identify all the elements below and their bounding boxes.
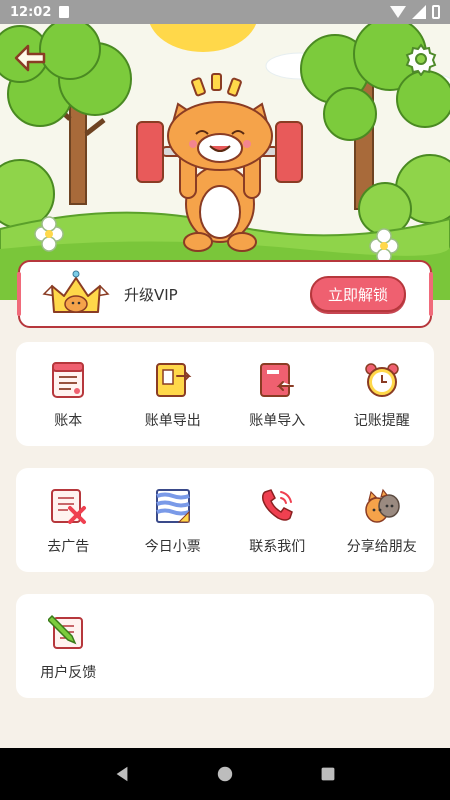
tile-label: 去广告 [47, 539, 90, 555]
vip-upgrade-banner[interactable]: 升级VIP 立即解锁 [17, 260, 433, 328]
share-cats-icon [365, 488, 400, 523]
phone-icon [262, 489, 294, 521]
nav-home-icon [217, 766, 233, 782]
back-button[interactable] [12, 42, 48, 74]
feature-card-feedback: 用户反馈 [16, 594, 434, 698]
tile-contact-us[interactable]: 联系我们 [225, 468, 330, 572]
status-time: 12:02 [10, 4, 52, 20]
tile-reminder[interactable]: 记账提醒 [330, 342, 435, 446]
nav-recents-button[interactable] [314, 760, 342, 788]
status-bar: 12:02 [0, 0, 450, 24]
tile-label: 账单导入 [249, 413, 306, 429]
tile-user-feedback[interactable]: 用户反馈 [16, 594, 121, 698]
gear-icon [405, 43, 437, 77]
status-icons [390, 5, 440, 19]
feature-card-tools: 去广告 今日小票 联系我们 分享给朋友 [16, 468, 434, 572]
tile-daily-receipt[interactable]: 今日小票 [121, 468, 226, 572]
tile-label: 今日小票 [144, 539, 201, 555]
vip-label: 升级VIP [124, 285, 178, 304]
wifi-icon [390, 6, 406, 18]
nav-back-icon [116, 766, 128, 782]
tile-label: 用户反馈 [40, 665, 97, 681]
back-arrow-icon [14, 44, 46, 72]
system-nav-bar [0, 748, 450, 800]
tile-ledger[interactable]: 账本 [16, 342, 121, 446]
nav-recents-icon [321, 767, 335, 781]
receipt-icon [155, 489, 190, 523]
hero-illustration [0, 24, 450, 300]
battery-icon [432, 5, 440, 19]
tile-remove-ads[interactable]: 去广告 [16, 468, 121, 572]
tile-label: 账本 [54, 413, 83, 429]
tile-share[interactable]: 分享给朋友 [330, 468, 435, 572]
unlock-vip-button[interactable]: 立即解锁 [310, 276, 406, 312]
hero-scene-image [0, 24, 450, 300]
bill-export-icon [155, 363, 192, 397]
tile-label: 账单导出 [144, 413, 201, 429]
sd-card-icon [59, 6, 70, 18]
feature-card-bills: 账本 账单导出 账单导入 记账提醒 [16, 342, 434, 446]
signal-icon [412, 5, 426, 19]
remove-ads-icon [51, 489, 87, 524]
tile-label: 联系我们 [249, 539, 306, 555]
tile-bill-export[interactable]: 账单导出 [121, 342, 226, 446]
ledger-book-icon [52, 362, 85, 398]
tile-bill-import[interactable]: 账单导入 [225, 342, 330, 446]
feedback-pencil-icon [48, 614, 84, 649]
tile-label: 分享给朋友 [346, 539, 417, 555]
vip-crown-cat-icon [42, 270, 110, 313]
nav-home-button[interactable] [211, 760, 239, 788]
settings-button[interactable] [404, 42, 438, 77]
alarm-clock-icon [365, 363, 399, 397]
tile-label: 记账提醒 [353, 413, 410, 429]
nav-back-button[interactable] [108, 760, 136, 788]
bill-import-icon [260, 363, 295, 397]
